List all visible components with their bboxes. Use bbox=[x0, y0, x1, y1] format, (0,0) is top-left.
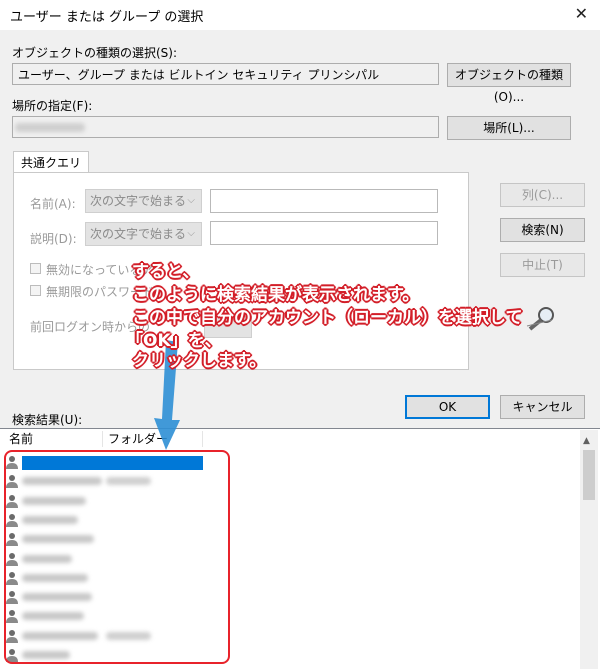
ok-button[interactable]: OK bbox=[405, 395, 490, 419]
chevron-down-icon: ⌵ bbox=[187, 195, 195, 206]
chevron-down-icon: ⌵ bbox=[187, 228, 195, 239]
no-expire-password-checkbox bbox=[30, 285, 41, 296]
name-combo-value: 次の文字で始まる bbox=[90, 194, 187, 208]
column-header-name[interactable]: 名前 bbox=[9, 430, 33, 448]
description-match-combo: 次の文字で始まる ⌵ bbox=[85, 222, 202, 246]
object-type-field: ユーザー、グループ または ビルトイン セキュリティ プリンシパル bbox=[12, 63, 439, 85]
annotation-line-3: この中で自分のアカウント（ローカル）を選択して bbox=[132, 308, 523, 328]
scroll-up-icon[interactable]: ▲ bbox=[583, 436, 590, 446]
column-divider bbox=[202, 431, 203, 447]
location-label: 場所の指定(F): bbox=[12, 99, 93, 113]
search-button[interactable]: 検索(N) bbox=[500, 218, 585, 242]
columns-button: 列(C)... bbox=[500, 183, 585, 207]
close-icon[interactable]: ✕ bbox=[575, 4, 588, 23]
cancel-button[interactable]: キャンセル bbox=[500, 395, 585, 419]
column-divider bbox=[102, 431, 103, 447]
location-field bbox=[12, 116, 439, 138]
object-types-button[interactable]: オブジェクトの種類(O)... bbox=[447, 63, 571, 104]
annotation-line-2: このように検索結果が表示されます。 bbox=[132, 285, 420, 305]
description-label: 説明(D): bbox=[30, 232, 77, 246]
scrollbar-thumb[interactable] bbox=[583, 450, 595, 500]
results-label: 検索結果(U): bbox=[12, 413, 83, 427]
annotation-line-1: すると、 bbox=[132, 262, 200, 282]
annotation-line-4: 「OK」を、 bbox=[126, 331, 222, 351]
locations-button[interactable]: 場所(L)... bbox=[447, 116, 571, 140]
name-input[interactable] bbox=[210, 189, 438, 213]
object-type-label: オブジェクトの種類の選択(S): bbox=[12, 46, 178, 60]
annotation-line-5: クリックします。 bbox=[132, 351, 267, 371]
window-title: ユーザー または グループ の選択 bbox=[10, 10, 204, 25]
blurred-location bbox=[15, 123, 85, 132]
stop-button: 中止(T) bbox=[500, 253, 585, 277]
search-magnifier-icon bbox=[524, 304, 560, 332]
tab-common-query[interactable]: 共通クエリ bbox=[13, 151, 90, 173]
desc-combo-value: 次の文字で始まる bbox=[90, 227, 187, 241]
name-label: 名前(A): bbox=[30, 197, 76, 211]
results-highlight-frame bbox=[4, 450, 230, 664]
disabled-accounts-checkbox bbox=[30, 263, 41, 274]
name-match-combo: 次の文字で始まる ⌵ bbox=[85, 189, 202, 213]
description-input[interactable] bbox=[210, 221, 438, 245]
